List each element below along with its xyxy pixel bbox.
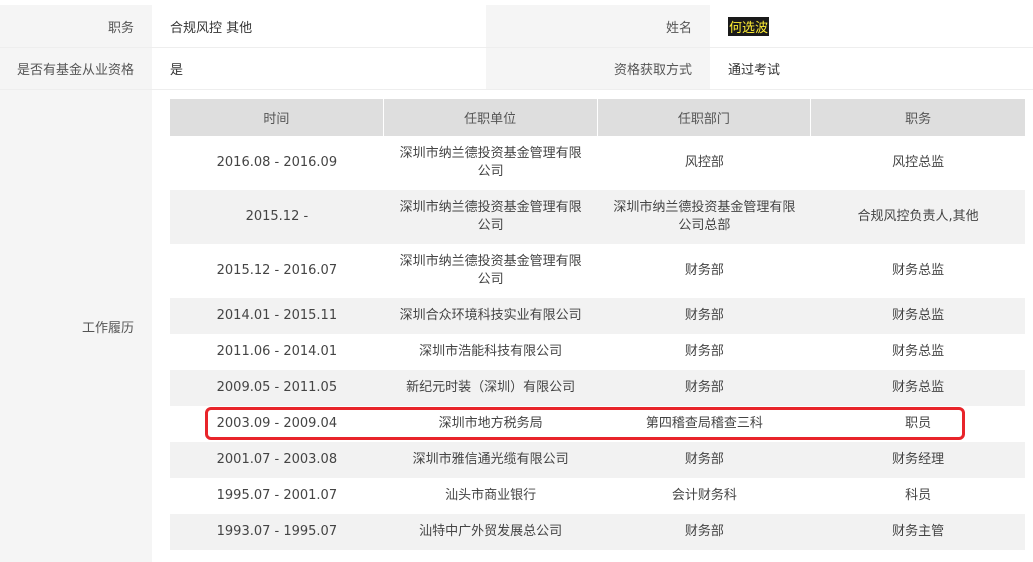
table-row: 2015.12 - 深圳市纳兰德投资基金管理有限公司 深圳市纳兰德投资基金管理有…	[170, 190, 1025, 244]
cell-employer: 深圳市纳兰德投资基金管理有限公司	[399, 146, 582, 179]
position-value: 合规风控 其他	[170, 20, 253, 36]
name-label: 姓名	[486, 5, 710, 47]
header-employer: 任职单位	[384, 99, 598, 136]
table-row: 2009.05 - 2011.05 新纪元时装（深圳）有限公司 财务部 财务总监	[170, 370, 1025, 406]
row-divider	[0, 89, 1033, 90]
cell-employer: 深圳市浩能科技有限公司	[419, 344, 563, 359]
cell-department: 财务部	[684, 524, 724, 539]
header-department: 任职部门	[598, 99, 812, 136]
cell-employer: 深圳市纳兰德投资基金管理有限公司	[399, 200, 582, 233]
table-row: 2011.06 - 2014.01 深圳市浩能科技有限公司 财务部 财务总监	[170, 334, 1025, 370]
qualification-value: 是	[170, 63, 184, 78]
cell-employer: 汕特中广外贸发展总公司	[419, 524, 563, 539]
cell-time: 2015.12 -	[245, 209, 309, 224]
cell-employer: 深圳合众环境科技实业有限公司	[399, 308, 582, 323]
qualification-method-label: 资格获取方式	[486, 48, 710, 89]
cell-position: 财务总监	[892, 344, 945, 359]
cell-time: 2009.05 - 2011.05	[216, 380, 338, 395]
name-value: 何选波	[710, 5, 1033, 47]
cell-department: 深圳市纳兰德投资基金管理有限公司总部	[613, 200, 796, 233]
table-header: 时间 任职单位 任职部门 职务	[170, 99, 1025, 136]
cell-department: 风控部	[684, 155, 724, 170]
cell-time: 2016.08 - 2016.09	[216, 155, 338, 170]
cell-department: 会计财务科	[671, 488, 737, 503]
cell-employer: 深圳市地方税务局	[438, 416, 543, 431]
table-row: 2014.01 - 2015.11 深圳合众环境科技实业有限公司 财务部 财务总…	[170, 298, 1025, 334]
cell-employer: 深圳市纳兰德投资基金管理有限公司	[399, 254, 582, 287]
cell-time: 1995.07 - 2001.07	[216, 488, 338, 503]
table-row-highlighted: 2003.09 - 2009.04 深圳市地方税务局 第四稽查局稽查三科 职员	[170, 406, 1025, 442]
header-time: 时间	[170, 99, 384, 136]
qualification-label: 是否有基金从业资格	[0, 48, 152, 89]
career-table: 时间 任职单位 任职部门 职务 2016.08 - 2016.09 深圳市纳兰德…	[170, 99, 1025, 550]
cell-position: 合规风控负责人,其他	[857, 209, 979, 224]
cell-position: 财务主管	[892, 524, 945, 539]
cell-employer: 汕头市商业银行	[445, 488, 537, 503]
table-row: 2001.07 - 2003.08 深圳市雅信通光缆有限公司 财务部 财务经理	[170, 442, 1025, 478]
name-highlight: 何选波	[728, 16, 770, 36]
header-position: 职务	[905, 112, 932, 127]
qualification-method-value: 通过考试	[728, 63, 781, 78]
cell-time: 2015.12 - 2016.07	[216, 263, 338, 278]
cell-position: 风控总监	[892, 155, 945, 170]
cell-employer: 新纪元时装（深圳）有限公司	[406, 380, 576, 395]
cell-department: 财务部	[684, 263, 724, 278]
cell-position: 职员	[905, 416, 932, 431]
cell-department: 财务部	[684, 308, 724, 323]
table-row: 1995.07 - 2001.07 汕头市商业银行 会计财务科 科员	[170, 478, 1025, 514]
cell-department: 财务部	[684, 344, 724, 359]
table-row: 2015.12 - 2016.07 深圳市纳兰德投资基金管理有限公司 财务部 财…	[170, 244, 1025, 298]
cell-position: 财务总监	[892, 308, 945, 323]
cell-position: 科员	[905, 488, 932, 503]
cell-employer: 深圳市雅信通光缆有限公司	[412, 452, 569, 467]
cell-position: 财务总监	[892, 263, 945, 278]
cell-time: 2011.06 - 2014.01	[216, 344, 338, 359]
table-row: 1993.07 - 1995.07 汕特中广外贸发展总公司 财务部 财务主管	[170, 514, 1025, 550]
cell-time: 2003.09 - 2009.04	[216, 416, 338, 431]
cell-position: 财务经理	[892, 452, 945, 467]
cell-position: 财务总监	[892, 380, 945, 395]
cell-time: 1993.07 - 1995.07	[216, 524, 338, 539]
cell-department: 财务部	[684, 380, 724, 395]
table-row: 2016.08 - 2016.09 深圳市纳兰德投资基金管理有限公司 风控部 风…	[170, 136, 1025, 190]
cell-department: 财务部	[684, 452, 724, 467]
cell-department: 第四稽查局稽查三科	[645, 416, 763, 431]
cell-time: 2001.07 - 2003.08	[216, 452, 338, 467]
position-label: 职务	[0, 5, 152, 47]
cell-time: 2014.01 - 2015.11	[216, 308, 338, 323]
career-label: 工作履历	[0, 90, 152, 562]
